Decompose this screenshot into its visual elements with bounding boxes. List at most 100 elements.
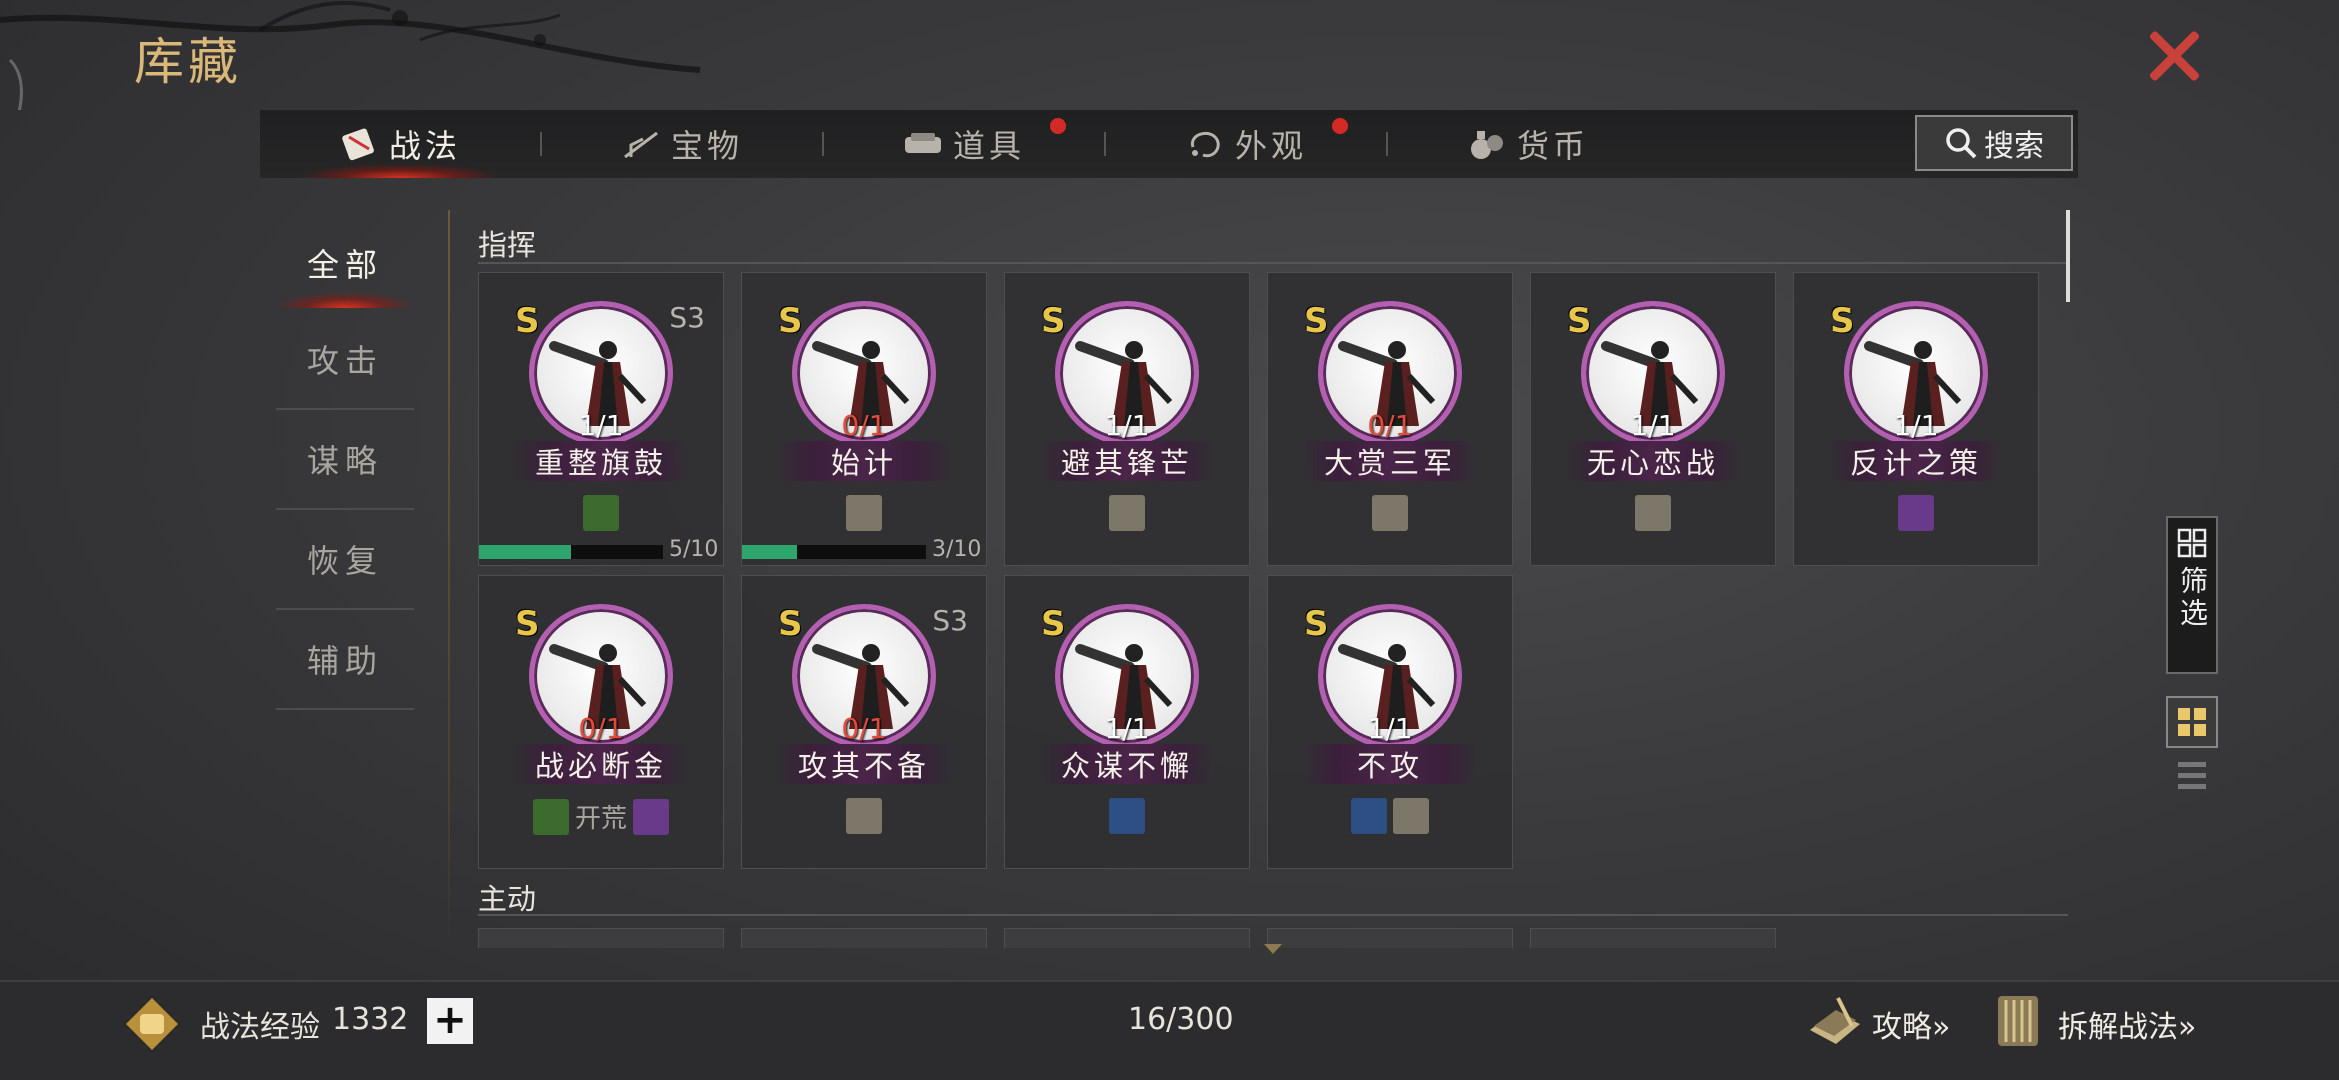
tab-currency[interactable]: 货币 <box>1388 110 1668 178</box>
tactic-name: 不攻 <box>1302 744 1478 784</box>
tactic-card[interactable]: S 0/1 战必断金 开荒 <box>478 575 724 869</box>
tab-label: 宝物 <box>670 127 743 165</box>
progress-text: 3/10 <box>932 537 982 562</box>
close-button[interactable] <box>2140 26 2204 86</box>
nav-item-attack[interactable]: 攻击 <box>276 310 414 410</box>
guide-book-icon[interactable] <box>1804 990 1866 1050</box>
grid-view-toggle[interactable] <box>2166 696 2218 748</box>
tactic-name: 众谋不懈 <box>1039 744 1215 784</box>
tactic-name: 攻其不备 <box>776 744 952 784</box>
tactic-card-partial[interactable] <box>1530 928 1776 948</box>
season-label: S3 <box>669 301 705 334</box>
item-icon <box>904 133 941 153</box>
tag-icon <box>1393 798 1429 834</box>
filter-label: 筛选 <box>2176 566 2209 630</box>
tactic-tags <box>1531 495 1775 531</box>
tab-label: 货币 <box>1516 127 1589 165</box>
tag-icon <box>532 798 569 835</box>
tab-treasure[interactable]: 宝物 <box>542 110 822 178</box>
tactic-card-partial[interactable] <box>478 928 724 948</box>
nav-item-recovery[interactable]: 恢复 <box>276 510 414 610</box>
category-tab-bar: 战法 宝物 道具 外观 货币 搜索 <box>260 110 2078 178</box>
notification-dot <box>1332 118 1348 134</box>
nav-item-strategy[interactable]: 谋略 <box>276 410 414 510</box>
exp-label: 战法经验 <box>200 1010 320 1045</box>
tactic-card[interactable]: S 1/1 反计之策 <box>1793 272 2039 566</box>
tag-icon <box>1635 495 1671 531</box>
owned-count: 1/1 <box>1104 409 1150 442</box>
appearance-icon <box>1190 131 1220 158</box>
search-icon <box>1946 128 1977 159</box>
tab-tactics[interactable]: 战法 <box>260 110 540 178</box>
grade-badge: S <box>1041 604 1066 644</box>
progress-fill <box>479 545 571 559</box>
grade-badge: S <box>1830 301 1855 341</box>
grade-badge: S <box>1304 301 1329 341</box>
tag-icon <box>1109 495 1145 531</box>
category-filter-nav: 全部 攻击 谋略 恢复 辅助 <box>276 215 414 710</box>
grade-badge: S <box>515 604 540 644</box>
tag-icon <box>633 798 669 835</box>
tactic-card[interactable]: S 0/1 大赏三军 <box>1267 272 1513 566</box>
tactic-name: 战必断金 <box>513 744 689 784</box>
list-view-icon[interactable] <box>2166 752 2218 800</box>
notification-dot <box>1050 118 1066 134</box>
nav-item-support[interactable]: 辅助 <box>276 610 414 710</box>
tactic-tags <box>1268 798 1512 834</box>
decompose-scroll-icon[interactable] <box>1990 990 2046 1052</box>
tactic-name: 始计 <box>776 441 952 481</box>
tactic-card-partial[interactable] <box>1004 928 1250 948</box>
tab-appearance[interactable]: 外观 <box>1106 110 1386 178</box>
owned-count: 1/1 <box>1893 409 1939 442</box>
tactic-tags <box>1268 495 1512 531</box>
tactic-card[interactable]: S 0/1 始计 3/10 <box>741 272 987 566</box>
tactic-card[interactable]: S 1/1 无心恋战 <box>1530 272 1776 566</box>
tactic-tags <box>479 495 723 531</box>
section-title-command: 指挥 <box>478 228 537 262</box>
tactic-card-partial[interactable] <box>741 928 987 948</box>
owned-count: 0/1 <box>841 712 887 745</box>
tab-label: 战法 <box>388 127 461 165</box>
tactic-tags <box>742 495 986 531</box>
owned-count: 1/1 <box>1367 712 1413 745</box>
scroll-bundle-icon <box>342 128 374 161</box>
exp-value: 1332 <box>332 1002 409 1037</box>
progress-bar <box>742 545 926 559</box>
search-button[interactable]: 搜索 <box>1915 115 2073 171</box>
tab-items[interactable]: 道具 <box>824 110 1104 178</box>
nav-item-all[interactable]: 全部 <box>276 215 414 310</box>
search-label: 搜索 <box>1984 129 2044 164</box>
grade-badge: S <box>515 301 540 341</box>
guide-link[interactable]: 攻略» <box>1872 1002 1950 1046</box>
tactic-name: 大赏三军 <box>1302 441 1478 481</box>
tag-text: 开荒 <box>574 804 627 834</box>
tactic-card[interactable]: S 1/1 众谋不懈 <box>1004 575 1250 869</box>
owned-count: 1/1 <box>1630 409 1676 442</box>
add-exp-button[interactable]: + <box>427 998 473 1044</box>
scrollbar[interactable] <box>2066 210 2070 302</box>
tactic-card[interactable]: S S3 0/1 攻其不备 <box>741 575 987 869</box>
section-title-active: 主动 <box>478 882 537 916</box>
tactic-name: 避其锋芒 <box>1039 441 1215 481</box>
tactic-card[interactable]: S 1/1 不攻 <box>1267 575 1513 869</box>
grid-view-icon <box>2178 708 2206 736</box>
tag-icon <box>1351 798 1387 834</box>
owned-count: 1/1 <box>1104 712 1150 745</box>
grid-filter-icon <box>2177 528 2207 558</box>
decompose-tactics-link[interactable]: 拆解战法» <box>2058 1002 2196 1046</box>
nav-divider <box>448 210 450 950</box>
tactic-card[interactable]: S 1/1 避其锋芒 <box>1004 272 1250 566</box>
tag-icon <box>1372 495 1408 531</box>
section-divider <box>478 262 2068 264</box>
tactic-card-partial[interactable] <box>1267 928 1513 948</box>
currency-bag-icon <box>1470 131 1503 159</box>
grade-badge: S <box>778 301 803 341</box>
tactic-tags <box>1005 798 1249 834</box>
tab-label: 外观 <box>1234 127 1307 165</box>
owned-count: 1/1 <box>578 409 624 442</box>
tactic-tags: 开荒 <box>479 798 723 835</box>
filter-button[interactable]: 筛选 <box>2166 516 2218 674</box>
tactic-card[interactable]: S S3 1/1 重整旗鼓 5/10 <box>478 272 724 566</box>
fist-exp-icon <box>126 998 178 1050</box>
tag-icon <box>846 798 882 834</box>
